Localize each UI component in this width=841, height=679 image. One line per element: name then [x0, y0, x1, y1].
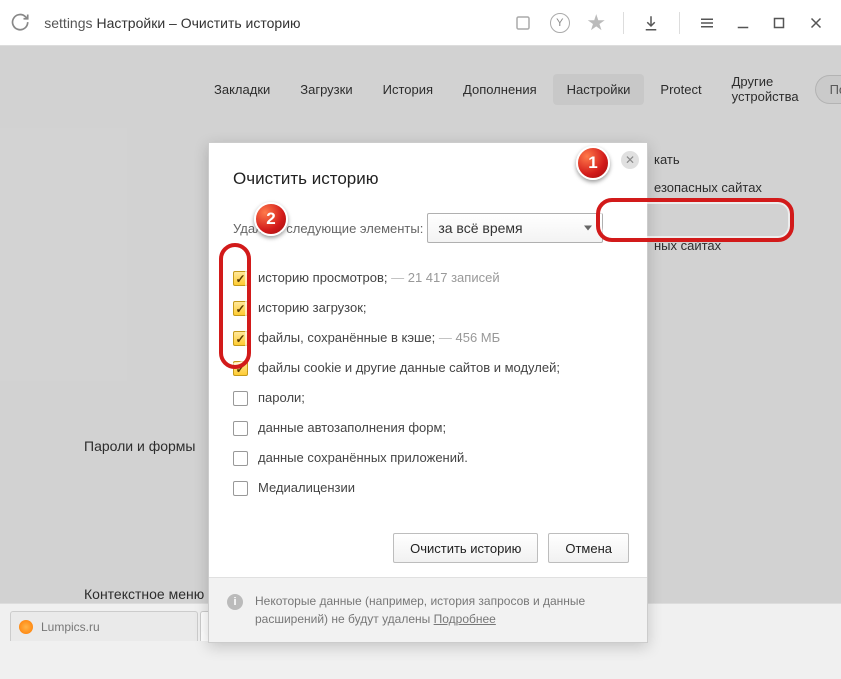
opt-label: данные автозаполнения форм;: [258, 420, 446, 435]
opt-cookies[interactable]: файлы cookie и другие данные сайтов и мо…: [233, 353, 623, 383]
opt-download-history[interactable]: историю загрузок;: [233, 293, 623, 323]
time-range-select[interactable]: за всё время: [427, 213, 603, 243]
window-minimize-icon[interactable]: [728, 5, 758, 41]
opt-hint: 456 МБ: [439, 330, 500, 345]
checkbox-icon[interactable]: [233, 271, 248, 286]
checkbox-icon[interactable]: [233, 391, 248, 406]
checkbox-icon[interactable]: [233, 301, 248, 316]
settings-tabs: Закладки Загрузки История Дополнения Нас…: [0, 46, 841, 126]
bookmark-star-icon[interactable]: ★: [581, 5, 611, 41]
opt-label: Медиалицензии: [258, 480, 355, 495]
options-list: историю просмотров; 21 417 записей истор…: [233, 263, 623, 503]
cancel-button[interactable]: Отмена: [548, 533, 629, 563]
checkbox-icon[interactable]: [233, 481, 248, 496]
checkbox-icon[interactable]: [233, 361, 248, 376]
window-maximize-icon[interactable]: [764, 5, 794, 41]
tab-bookmarks[interactable]: Закладки: [200, 74, 284, 105]
address-bar[interactable]: settings Настройки – Очистить историю: [36, 9, 496, 37]
info-icon: i: [227, 594, 243, 610]
browser-toolbar: settings Настройки – Очистить историю Y …: [0, 0, 841, 46]
bg-line-1: кать: [654, 152, 680, 167]
bg-line-3: ных сайтах: [654, 238, 721, 253]
opt-browsing-history[interactable]: историю просмотров; 21 417 записей: [233, 263, 623, 293]
opt-hint: 21 417 записей: [391, 270, 499, 285]
opt-passwords[interactable]: пароли;: [233, 383, 623, 413]
favicon-icon: [19, 620, 33, 634]
reload-icon[interactable]: [10, 11, 30, 35]
address-path: settings: [44, 15, 92, 31]
dialog-title: Очистить историю: [233, 169, 623, 189]
clear-button[interactable]: Очистить историю: [393, 533, 538, 563]
bg-line-2: езопасных сайтах: [654, 180, 762, 195]
checkbox-icon[interactable]: [233, 451, 248, 466]
opt-label: пароли;: [258, 390, 305, 405]
checkbox-icon[interactable]: [233, 331, 248, 346]
opt-media-licenses[interactable]: Медиалицензии: [233, 473, 623, 503]
clear-history-dialog: ✕ Очистить историю Удалить следующие эле…: [208, 142, 648, 643]
opt-label: историю просмотров;: [258, 270, 387, 285]
translate-icon[interactable]: [508, 5, 538, 41]
shield-icon[interactable]: Y: [545, 5, 575, 41]
opt-cache[interactable]: файлы, сохранённые в кэше; 456 МБ: [233, 323, 623, 353]
downloads-icon[interactable]: [636, 5, 666, 41]
range-label: Удалить следующие элементы:: [233, 221, 423, 236]
tab-history[interactable]: История: [369, 74, 447, 105]
window-close-icon[interactable]: [801, 5, 831, 41]
tab-downloads[interactable]: Загрузки: [286, 74, 366, 105]
opt-label: файлы, сохранённые в кэше;: [258, 330, 435, 345]
dialog-actions: Очистить историю Отмена: [209, 519, 647, 577]
close-icon[interactable]: ✕: [621, 151, 639, 169]
opt-hosted-apps[interactable]: данные сохранённых приложений.: [233, 443, 623, 473]
dialog-footnote: i Некоторые данные (например, история за…: [209, 577, 647, 642]
opt-label: историю загрузок;: [258, 300, 367, 315]
browser-tab-lumpics[interactable]: Lumpics.ru: [10, 611, 198, 641]
footnote-link[interactable]: Подробнее: [434, 612, 496, 626]
tab-protect[interactable]: Protect: [646, 74, 715, 105]
checkbox-icon[interactable]: [233, 421, 248, 436]
tab-addons[interactable]: Дополнения: [449, 74, 551, 105]
footnote-text: Некоторые данные (например, история запр…: [255, 594, 585, 626]
opt-label: файлы cookie и другие данные сайтов и мо…: [258, 360, 560, 375]
section-context-label: Контекстное меню: [84, 586, 204, 602]
page-body: Закладки Загрузки История Дополнения Нас…: [0, 46, 841, 641]
tab-label: Lumpics.ru: [41, 620, 100, 634]
opt-label: данные сохранённых приложений.: [258, 450, 468, 465]
opt-autofill[interactable]: данные автозаполнения форм;: [233, 413, 623, 443]
tab-other-devices[interactable]: Другие устройства: [718, 66, 813, 112]
menu-icon[interactable]: [691, 5, 721, 41]
section-passwords-label: Пароли и формы: [84, 438, 195, 454]
time-range-value: за всё время: [438, 220, 522, 236]
tab-settings[interactable]: Настройки: [553, 74, 645, 105]
settings-search[interactable]: Пои: [815, 75, 841, 104]
address-title: Настройки – Очистить историю: [97, 15, 301, 31]
